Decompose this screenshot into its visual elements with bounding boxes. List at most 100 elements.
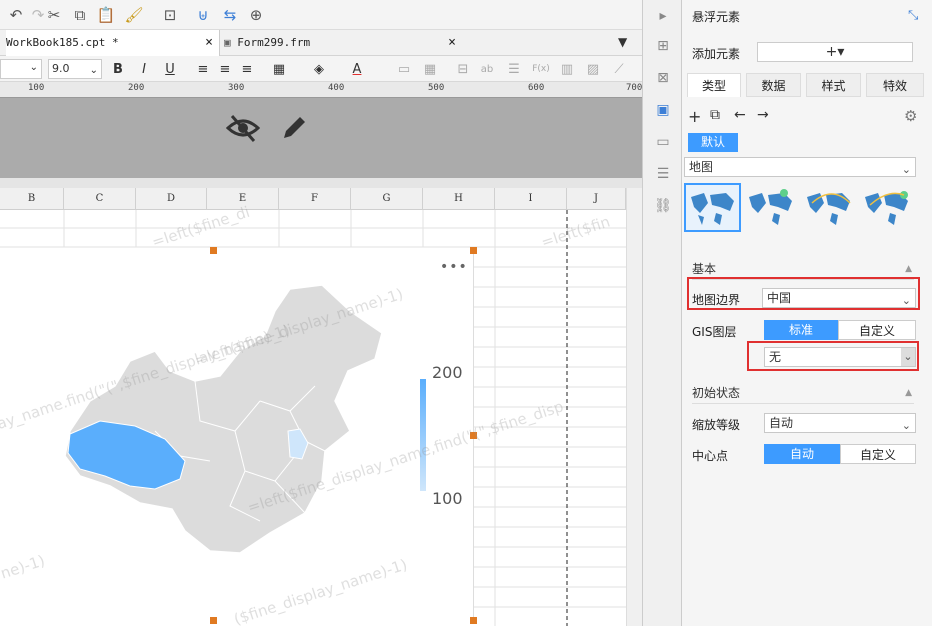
fill-color-icon[interactable]: ◈ [310, 59, 328, 79]
grid-icon[interactable]: ▦ [421, 59, 439, 79]
legend-max: 200 [432, 363, 463, 382]
swap-icon[interactable]: ⇆ [220, 5, 240, 25]
copy-icon[interactable]: ⧉ [710, 107, 720, 123]
column-header-cell[interactable]: H [423, 188, 495, 210]
tab-effect[interactable]: 特效 [866, 73, 924, 97]
bold-button[interactable]: B [109, 59, 127, 79]
align-left-icon[interactable]: ≡ [194, 59, 212, 79]
map-type-option[interactable] [802, 183, 859, 232]
column-header-cell[interactable]: J [567, 188, 626, 210]
chevron-down-icon: ⌄ [89, 65, 98, 76]
more-icon[interactable]: ••• [440, 259, 468, 275]
float-element-icon[interactable]: ▣ [653, 100, 673, 120]
align-right-icon[interactable]: ≡ [238, 59, 256, 79]
chevron-down-icon: ⌄ [901, 163, 911, 176]
edit-icon[interactable] [278, 112, 310, 144]
arrow-right-icon[interactable]: → [757, 107, 769, 123]
italic-button[interactable]: I [135, 59, 153, 79]
vertical-scrollbar[interactable] [626, 188, 642, 626]
column-header-cell[interactable]: C [64, 188, 136, 210]
collapse-caret-icon: ▲ [905, 388, 912, 398]
zoom-level-label: 缩放等级 [692, 418, 741, 432]
column-header-cell[interactable]: B [0, 188, 64, 210]
link-icon[interactable]: ⛓ [653, 196, 673, 216]
insert-row-icon[interactable]: ⊟ [454, 59, 472, 79]
text-color-button[interactable]: A [348, 59, 366, 79]
underline-button[interactable]: U [161, 59, 179, 79]
widget-icon[interactable]: ⊠ [653, 68, 673, 88]
top-toolbar: ↶ ↷ ✂ ⧉ 📋 🖌 ⊡ ⊎ ⇆ ⊕ [0, 0, 642, 30]
resize-handle[interactable] [210, 247, 217, 254]
cut-icon[interactable]: ✂ [44, 5, 64, 25]
format-painter-icon[interactable]: 🖌 [124, 5, 144, 25]
gis-standard-toggle[interactable]: 标准 [764, 320, 838, 340]
font-size-select[interactable]: 9.0 ⌄ [48, 59, 102, 79]
highlight-box [687, 277, 920, 310]
gear-icon[interactable]: ⚙ [904, 107, 917, 125]
center-auto-toggle[interactable]: 自动 [764, 444, 840, 464]
add-icon[interactable]: + [688, 107, 701, 126]
arrow-right-icon[interactable]: ▸ [653, 6, 673, 26]
world-map-icon [749, 189, 792, 225]
widget-overlay [0, 98, 642, 178]
border-icon[interactable]: ▦ [270, 59, 288, 79]
chart-type-select[interactable]: 地图 ⌄ [684, 157, 916, 177]
map-type-option[interactable] [744, 183, 801, 232]
column-header-cell[interactable]: D [136, 188, 207, 210]
format-toolbar: ⌄ 9.0 ⌄ B I U ≡ ≡ ≡ ▦ ◈ A ▭ ▦ ⊟ ab ☰ F(x… [0, 56, 642, 82]
column-header-cell[interactable]: G [351, 188, 423, 210]
map-widget[interactable]: ••• 200 100 [0, 251, 474, 621]
form-icon: ▣ [224, 36, 231, 49]
gis-custom-toggle[interactable]: 自定义 [838, 320, 916, 340]
undo-icon[interactable]: ↶ [6, 5, 26, 25]
tab-data[interactable]: 数据 [746, 73, 801, 97]
add-element-button[interactable]: +▾ [757, 42, 913, 62]
paste-icon[interactable]: 📋 [96, 5, 116, 25]
text-icon[interactable]: ab [478, 59, 496, 79]
ruler: 100 200 300 400 500 600 700 [0, 82, 642, 98]
zoom-level-select[interactable]: 自动 ⌄ [764, 413, 916, 433]
copy-icon[interactable]: ⧉ [70, 5, 90, 25]
hide-icon[interactable] [226, 112, 260, 144]
world-map-icon [865, 191, 908, 225]
font-name-select[interactable]: ⌄ [0, 59, 42, 79]
column-header-cell[interactable]: E [207, 188, 279, 210]
world-map-icon [691, 193, 734, 225]
center-custom-toggle[interactable]: 自定义 [840, 444, 916, 464]
map-type-option[interactable] [860, 183, 917, 232]
list-icon[interactable]: ☰ [505, 59, 523, 79]
default-tag[interactable]: 默认 [688, 133, 738, 152]
tab-menu-icon[interactable]: ▼ [618, 35, 627, 49]
layout-icon[interactable]: ⊞ [653, 36, 673, 56]
close-icon[interactable]: × [205, 30, 213, 56]
chart-icon[interactable]: ▥ [558, 59, 576, 79]
formula-icon[interactable]: F(x) [530, 59, 552, 79]
align-center-icon[interactable]: ≡ [216, 59, 234, 79]
merge-icon[interactable]: ⊎ [193, 5, 213, 25]
tab-style[interactable]: 样式 [806, 73, 861, 97]
dropdown-icon[interactable]: ▭ [653, 132, 673, 152]
insert-icon[interactable]: ⊡ [160, 5, 180, 25]
panel-title: 悬浮元素 [692, 10, 741, 24]
section-initial-state[interactable]: 初始状态 ▲ [692, 382, 914, 404]
arrow-left-icon[interactable]: ← [734, 107, 746, 123]
resize-handle[interactable] [470, 432, 477, 439]
image-icon[interactable]: ▨ [584, 59, 602, 79]
layer-icon[interactable]: ☰ [653, 164, 673, 184]
slash-icon[interactable]: ⟋ [610, 59, 628, 79]
column-header-cell[interactable]: I [495, 188, 567, 210]
world-map-icon [807, 193, 851, 225]
resize-handle[interactable] [210, 617, 217, 624]
close-icon[interactable]: × [448, 30, 456, 56]
zoom-icon[interactable]: ⊕ [246, 5, 266, 25]
map-type-option[interactable] [684, 183, 741, 232]
tab-workbook[interactable]: WorkBook185.cpt * × [6, 30, 220, 56]
frame-icon[interactable]: ▭ [395, 59, 413, 79]
collapse-icon[interactable]: ⤡ [908, 8, 918, 23]
tab-type[interactable]: 类型 [687, 73, 741, 97]
resize-handle[interactable] [470, 617, 477, 624]
resize-handle[interactable] [470, 247, 477, 254]
tab-form[interactable]: ▣ Form299.frm × [224, 30, 462, 56]
column-header-cell[interactable]: F [279, 188, 351, 210]
gis-layer-label: GIS图层 [692, 325, 737, 339]
